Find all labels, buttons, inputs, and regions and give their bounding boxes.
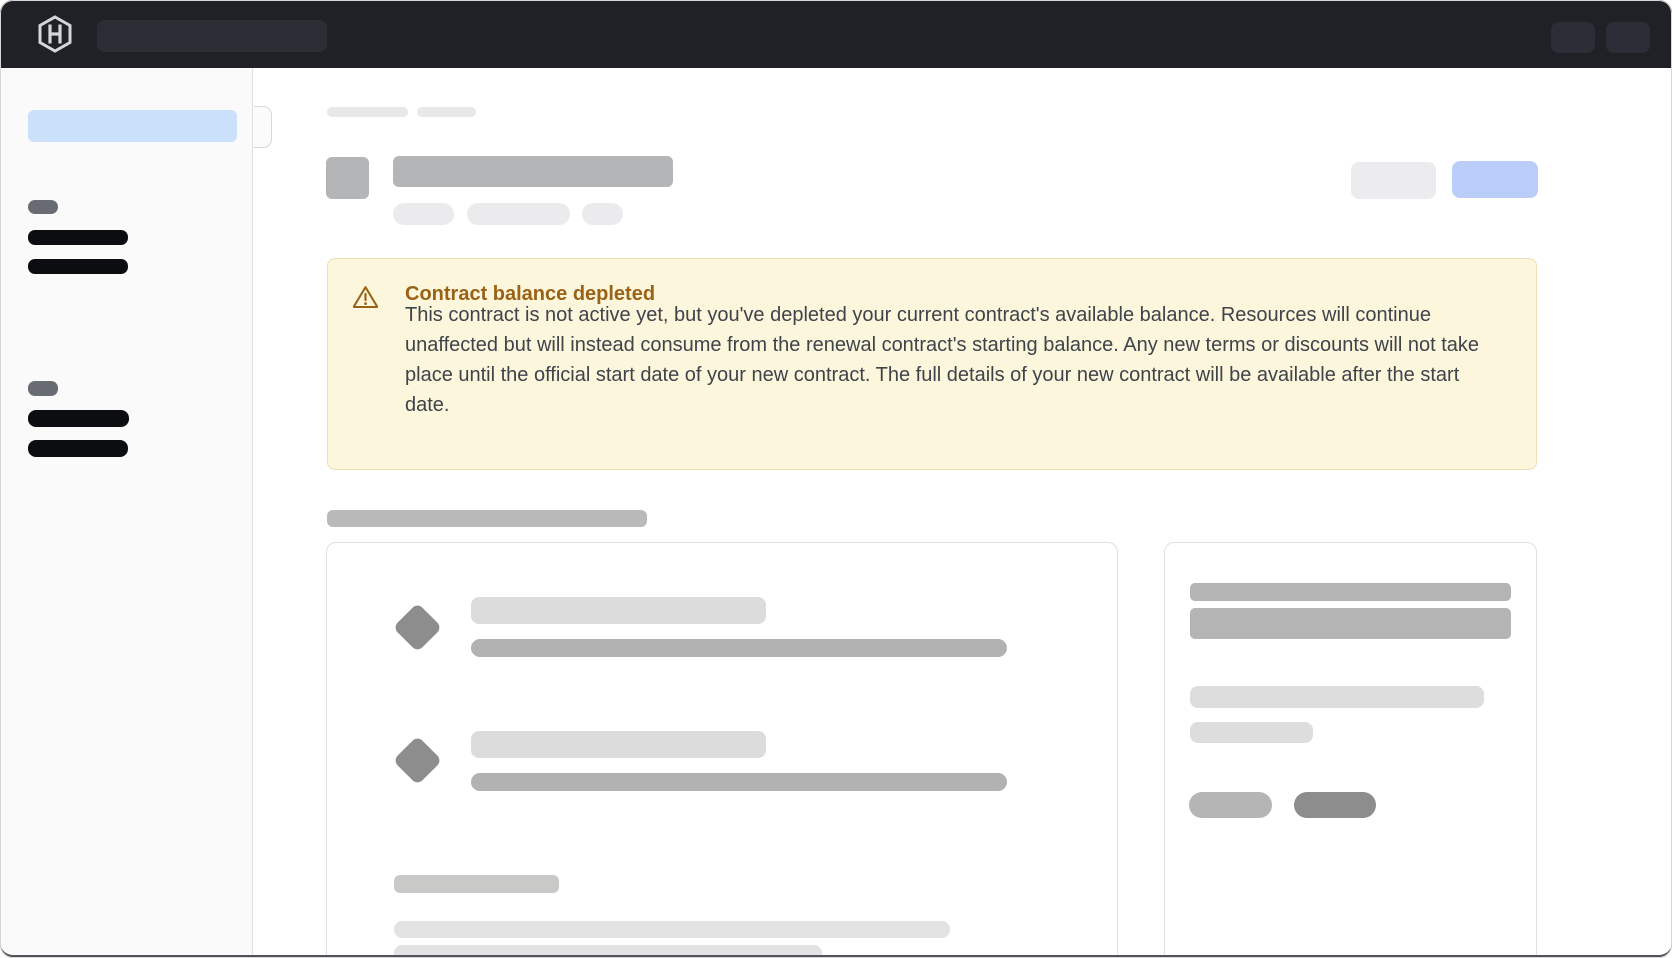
- warning-triangle-icon: [352, 284, 379, 310]
- details-card-skeletons: [0, 0, 1672, 958]
- detail-line-placeholder: [1190, 608, 1511, 639]
- detail-line-placeholder: [1190, 722, 1313, 743]
- app-window: Contract balance depleted This contract …: [0, 0, 1672, 958]
- detail-pill-placeholder[interactable]: [1294, 792, 1376, 818]
- detail-line-placeholder: [1190, 686, 1484, 708]
- detail-line-placeholder: [1190, 583, 1511, 601]
- detail-pill-placeholder[interactable]: [1189, 792, 1272, 818]
- alert-body: This contract is not active yet, but you…: [405, 300, 1497, 420]
